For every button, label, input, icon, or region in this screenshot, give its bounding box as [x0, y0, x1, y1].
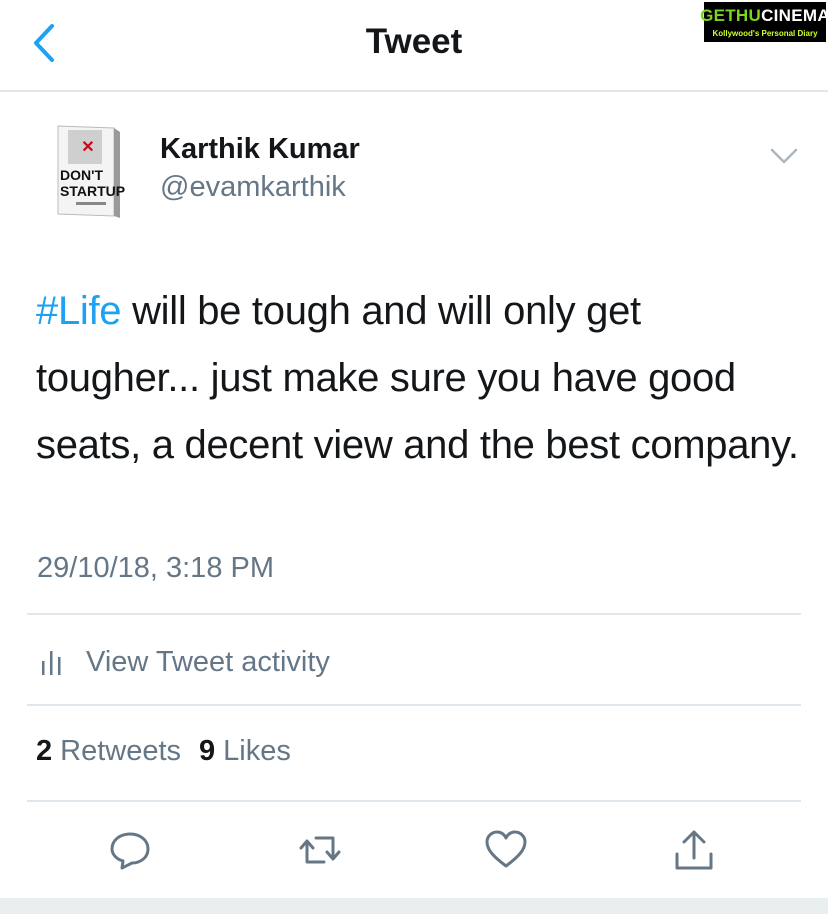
retweet-button[interactable]	[298, 828, 342, 872]
author-name[interactable]: Karthik Kumar	[160, 133, 360, 166]
book-cover-image: ✕ DON'T STARTUP	[57, 125, 125, 218]
watermark-brand-left: GETHU	[700, 6, 762, 25]
like-button[interactable]	[484, 828, 528, 872]
retweet-icon	[299, 836, 341, 864]
more-options-button[interactable]	[766, 142, 802, 170]
divider	[27, 800, 801, 802]
tweet-text: #Life will be tough and will only get to…	[36, 278, 806, 479]
tweet-body: will be tough and will only get tougher.…	[36, 289, 799, 467]
share-button[interactable]	[672, 828, 716, 872]
likes-count: 9	[199, 735, 216, 767]
tweet-timestamp: 29/10/18, 3:18 PM	[37, 552, 274, 584]
view-tweet-activity-link[interactable]: View Tweet activity	[40, 642, 330, 682]
retweets-count: 2	[36, 735, 53, 767]
bar-chart-icon	[42, 651, 61, 675]
divider	[27, 613, 801, 615]
likes-label[interactable]: Likes	[223, 735, 291, 768]
watermark-logo: GETHU CINEMA Kollywood's Personal Diary	[700, 2, 828, 42]
svg-text:✕: ✕	[81, 139, 94, 156]
avatar-book-line2: STARTUP	[60, 183, 125, 199]
like-icon	[485, 830, 527, 868]
chevron-down-icon	[770, 148, 798, 164]
watermark-brand-right: CINEMA	[761, 6, 828, 25]
reply-icon	[110, 832, 150, 870]
retweets-label[interactable]: Retweets	[60, 735, 181, 768]
watermark-tagline: Kollywood's Personal Diary	[712, 29, 818, 38]
divider	[27, 704, 801, 706]
view-tweet-activity-label: View Tweet activity	[86, 645, 330, 678]
avatar[interactable]: ✕ DON'T STARTUP	[54, 124, 128, 220]
avatar-book-line1: DON'T	[60, 167, 103, 183]
top-bar: Tweet GETHU CINEMA Kollywood's Personal D…	[0, 0, 828, 92]
share-icon	[675, 830, 713, 870]
engagement-stats: 2 Retweets 9 Likes	[36, 735, 309, 768]
bottom-edge	[0, 898, 828, 914]
hashtag-link[interactable]: #Life	[36, 289, 122, 333]
reply-button[interactable]	[108, 828, 152, 872]
author-handle[interactable]: @evamkarthik	[160, 171, 346, 204]
